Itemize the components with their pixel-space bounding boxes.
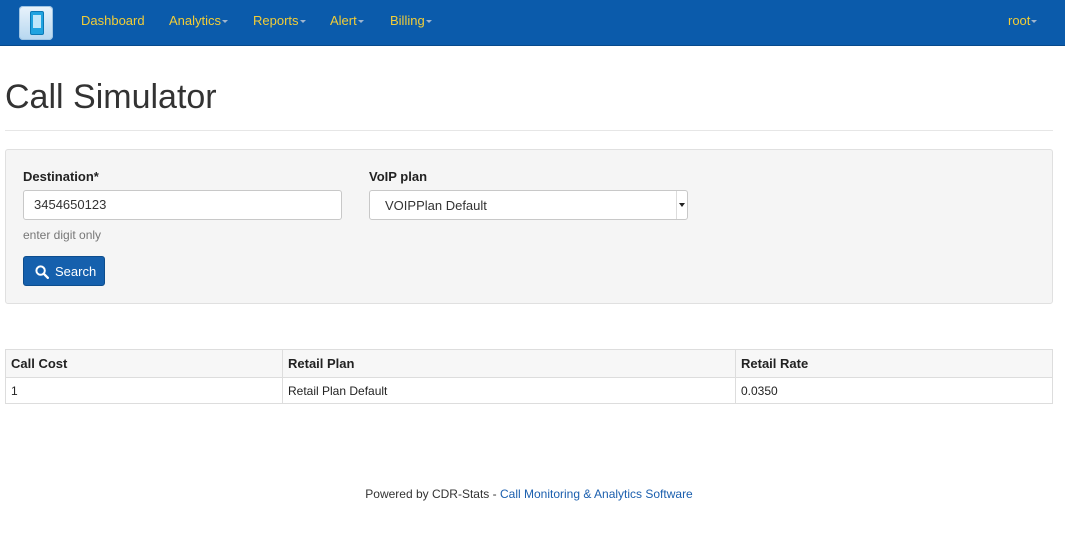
search-button-label: Search [55, 264, 97, 279]
cell-call-cost: 1 [5, 377, 283, 404]
cell-retail-rate: 0.0350 [735, 377, 1053, 404]
results-table: Call Cost Retail Plan Retail Rate 1 Reta… [5, 349, 1053, 404]
chevron-down-icon [222, 20, 229, 24]
search-form-panel [5, 149, 1053, 304]
nav-dashboard-label: Dashboard [81, 13, 145, 28]
page-footer: Powered by CDR-Stats - Call Monitoring &… [0, 487, 1058, 501]
nav-analytics-label: Analytics [169, 13, 222, 28]
cell-retail-plan: Retail Plan Default [282, 377, 736, 404]
nav-alert-label: Alert [330, 13, 357, 28]
column-header-retail-plan: Retail Plan [282, 349, 736, 378]
search-icon [35, 265, 49, 279]
destination-help-text: enter digit only [23, 228, 102, 242]
voip-plan-select[interactable]: VOIPPlan Default [369, 190, 688, 220]
table-row: 1 Retail Plan Default 0.0350 [5, 377, 1053, 404]
nav-billing[interactable]: Billing [390, 13, 432, 28]
destination-input[interactable]: 3454650123 [23, 190, 342, 220]
footer-text: Powered by CDR-Stats - [365, 487, 500, 501]
column-header-call-cost: Call Cost [5, 349, 283, 378]
app-logo-icon[interactable] [19, 6, 53, 40]
search-button[interactable]: Search [23, 256, 105, 286]
nav-reports[interactable]: Reports [253, 13, 306, 28]
voip-plan-selected-value: VOIPPlan Default [385, 198, 487, 213]
column-header-retail-rate: Retail Rate [735, 349, 1053, 378]
voip-plan-label: VoIP plan [369, 169, 428, 184]
chevron-down-icon [299, 20, 306, 24]
chevron-down-icon [425, 20, 432, 24]
user-menu[interactable]: root [1008, 13, 1038, 28]
footer-link[interactable]: Call Monitoring & Analytics Software [500, 487, 693, 501]
chevron-down-icon [357, 20, 364, 24]
page-title: Call Simulator [5, 78, 217, 116]
nav-dashboard[interactable]: Dashboard [81, 13, 145, 28]
nav-billing-label: Billing [390, 13, 425, 28]
destination-label: Destination* [23, 169, 99, 184]
nav-analytics[interactable]: Analytics [169, 13, 229, 28]
nav-alert[interactable]: Alert [330, 13, 364, 28]
table-header-row: Call Cost Retail Plan Retail Rate [5, 349, 1053, 378]
dropdown-arrow-icon [676, 191, 687, 219]
title-divider [5, 130, 1053, 131]
user-name: root [1008, 13, 1031, 28]
top-navbar: Dashboard Analytics Reports Alert Billin… [0, 0, 1065, 46]
chevron-down-icon [1031, 20, 1038, 24]
nav-reports-label: Reports [253, 13, 299, 28]
